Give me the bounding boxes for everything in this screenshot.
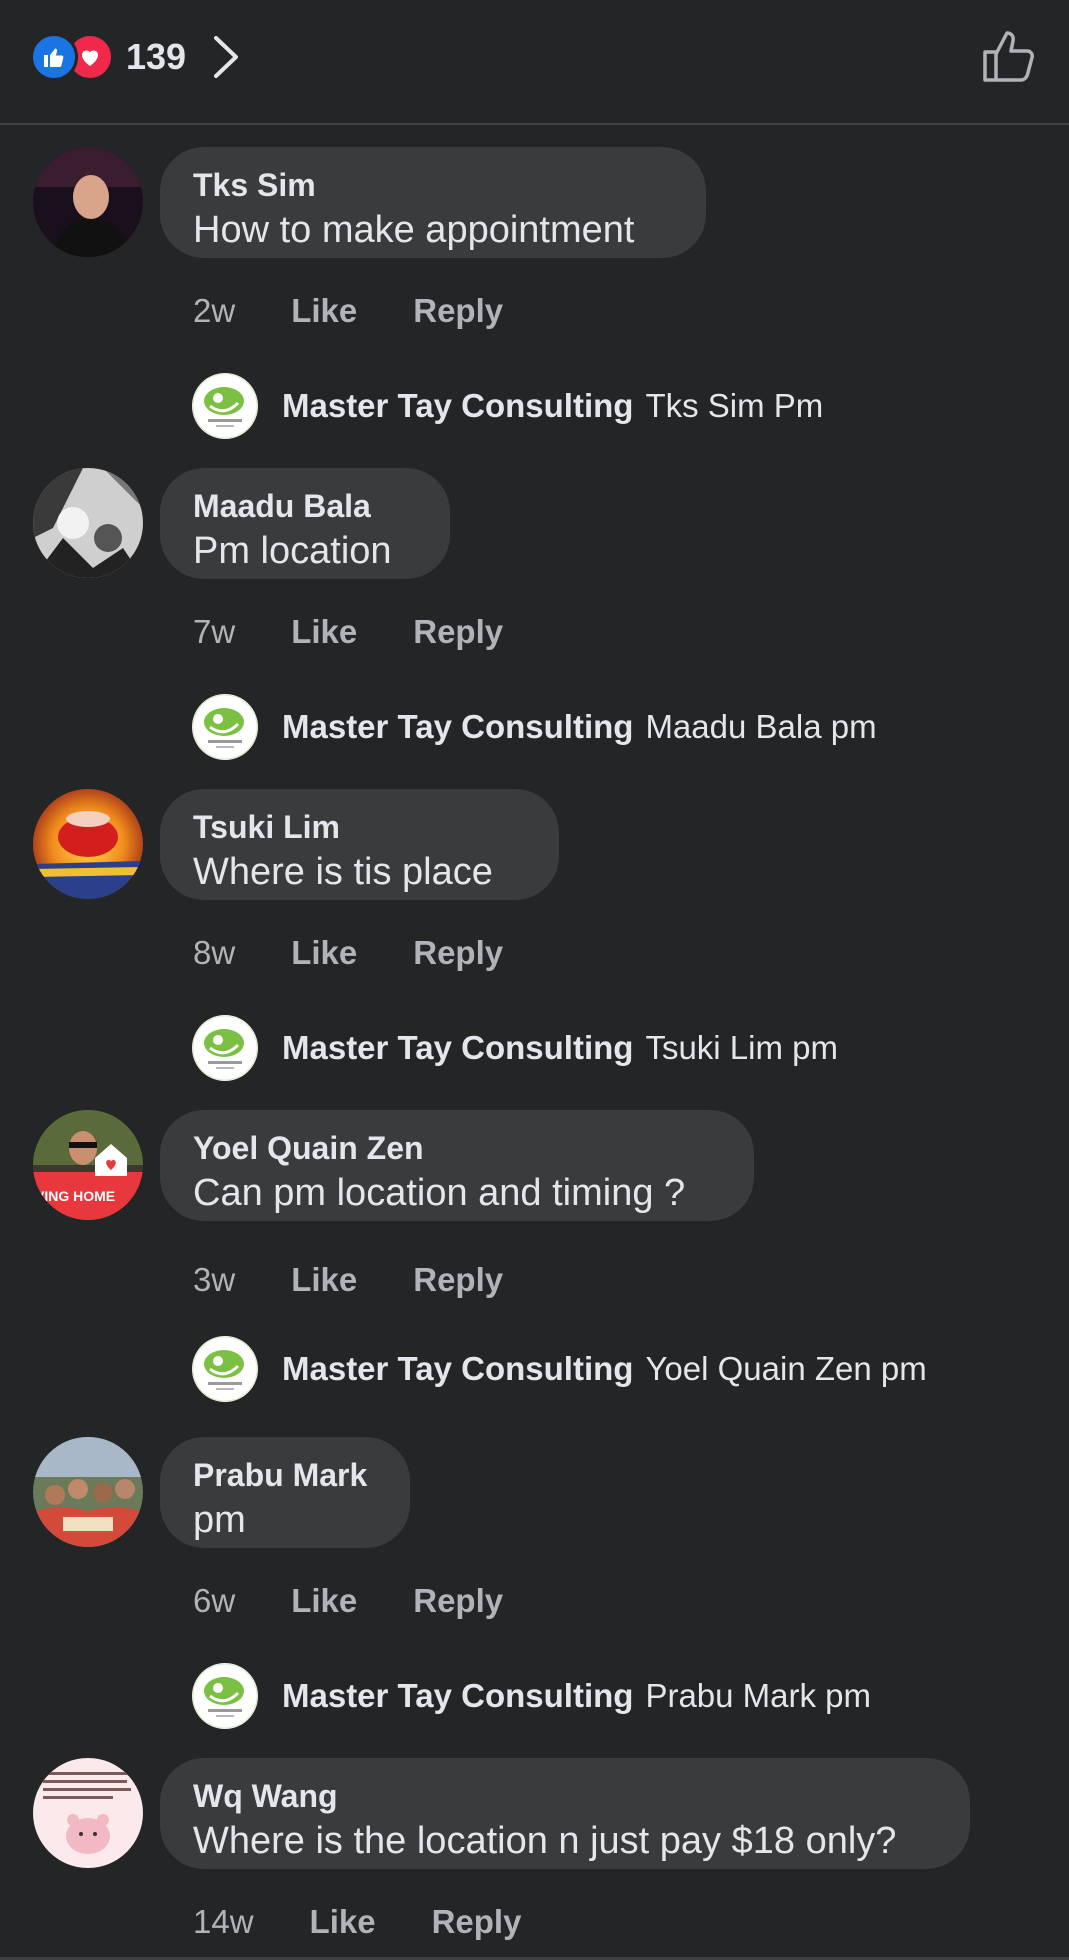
thumbs-up-outline-icon	[981, 28, 1037, 89]
comment-actions: 6w Like Reply	[193, 1582, 503, 1620]
reaction-count: 139	[126, 36, 187, 77]
reply-author[interactable]: Master Tay Consulting	[282, 387, 633, 425]
like-button[interactable]: Like	[291, 292, 357, 330]
comment-author[interactable]: Tks Sim	[193, 165, 673, 205]
reply-button[interactable]: Reply	[413, 1261, 503, 1299]
reply-author[interactable]: Master Tay Consulting	[282, 708, 633, 746]
reply-button[interactable]: Reply	[413, 292, 503, 330]
like-button[interactable]: Like	[310, 1903, 376, 1941]
reply-author[interactable]: Master Tay Consulting	[282, 1029, 633, 1067]
chevron-right-icon	[212, 35, 240, 79]
reply-author[interactable]: Master Tay Consulting	[282, 1677, 633, 1715]
comment-bubble: Tsuki Lim Where is tis place	[160, 789, 559, 900]
comment-bubble: Tks Sim How to make appointment	[160, 147, 706, 258]
comment-time[interactable]: 3w	[193, 1261, 235, 1299]
reply-button[interactable]: Reply	[432, 1903, 522, 1941]
avatar[interactable]	[33, 1437, 143, 1547]
reply-item[interactable]: Master Tay Consulting Yoel Quain Zen pm	[192, 1336, 927, 1402]
reply-item[interactable]: Master Tay Consulting Maadu Bala pm	[192, 694, 877, 760]
reply-text: Maadu Bala pm	[645, 708, 877, 745]
like-button[interactable]: Like	[291, 1582, 357, 1620]
comment-actions: 3w Like Reply	[193, 1261, 503, 1299]
reply-button[interactable]: Reply	[413, 613, 503, 651]
comment-time[interactable]: 7w	[193, 613, 235, 651]
comment-time[interactable]: 14w	[193, 1903, 254, 1941]
comment-actions: 14w Like Reply	[193, 1903, 521, 1941]
comment-author[interactable]: Wq Wang	[193, 1776, 937, 1816]
avatar[interactable]	[33, 147, 143, 257]
comment-bubble: Maadu Bala Pm location	[160, 468, 450, 579]
reply-button[interactable]: Reply	[413, 1582, 503, 1620]
comment-actions: 7w Like Reply	[193, 613, 503, 651]
comment-author[interactable]: Prabu Mark	[193, 1455, 377, 1495]
page-avatar	[192, 1336, 258, 1402]
like-button[interactable]: Like	[291, 934, 357, 972]
reply-text: Tks Sim Pm	[645, 387, 824, 424]
comment-text: Can pm location and timing ?	[193, 1172, 686, 1214]
comment-author[interactable]: Maadu Bala	[193, 486, 417, 526]
comment-text: pm	[193, 1499, 246, 1541]
comment-text: How to make appointment	[193, 209, 635, 251]
comment-time[interactable]: 6w	[193, 1582, 235, 1620]
comment-bubble: Prabu Mark pm	[160, 1437, 410, 1548]
avatar[interactable]	[33, 468, 143, 578]
comment-text: Where is the location n just pay $18 onl…	[193, 1820, 897, 1862]
comment-time[interactable]: 8w	[193, 934, 235, 972]
like-button[interactable]: Like	[291, 613, 357, 651]
page-avatar	[192, 1663, 258, 1729]
page-avatar	[192, 373, 258, 439]
reply-item[interactable]: Master Tay Consulting Tsuki Lim pm	[192, 1015, 838, 1081]
comment-bubble: Wq Wang Where is the location n just pay…	[160, 1758, 970, 1869]
like-button[interactable]: Like	[291, 1261, 357, 1299]
avatar[interactable]: VING HOME	[33, 1110, 143, 1220]
reply-item[interactable]: Master Tay Consulting Tks Sim Pm	[192, 373, 823, 439]
svg-text:VING HOME: VING HOME	[35, 1188, 115, 1204]
page-avatar	[192, 1015, 258, 1081]
comment-time[interactable]: 2w	[193, 292, 235, 330]
like-post-button[interactable]	[979, 28, 1039, 88]
avatar[interactable]	[33, 789, 143, 899]
comment-text: Where is tis place	[193, 851, 493, 893]
reply-text: Yoel Quain Zen pm	[645, 1350, 927, 1387]
comment-actions: 8w Like Reply	[193, 934, 503, 972]
comments-screen: 139 Tks Sim How to make appointment 2w L…	[0, 0, 1069, 1960]
reply-text: Prabu Mark pm	[645, 1677, 872, 1714]
avatar[interactable]	[33, 1758, 143, 1868]
comment-actions: 2w Like Reply	[193, 292, 503, 330]
comment-author[interactable]: Tsuki Lim	[193, 807, 526, 847]
comment-bubble: Yoel Quain Zen Can pm location and timin…	[160, 1110, 754, 1221]
reactions-summary[interactable]: 139	[30, 33, 240, 81]
page-avatar	[192, 694, 258, 760]
reactions-header: 139	[0, 0, 1069, 125]
reply-author[interactable]: Master Tay Consulting	[282, 1350, 633, 1388]
comment-author[interactable]: Yoel Quain Zen	[193, 1128, 721, 1168]
reply-item[interactable]: Master Tay Consulting Prabu Mark pm	[192, 1663, 871, 1729]
reply-button[interactable]: Reply	[413, 934, 503, 972]
like-reaction-icon	[30, 33, 78, 81]
reply-text: Tsuki Lim pm	[645, 1029, 838, 1066]
comment-text: Pm location	[193, 530, 392, 572]
